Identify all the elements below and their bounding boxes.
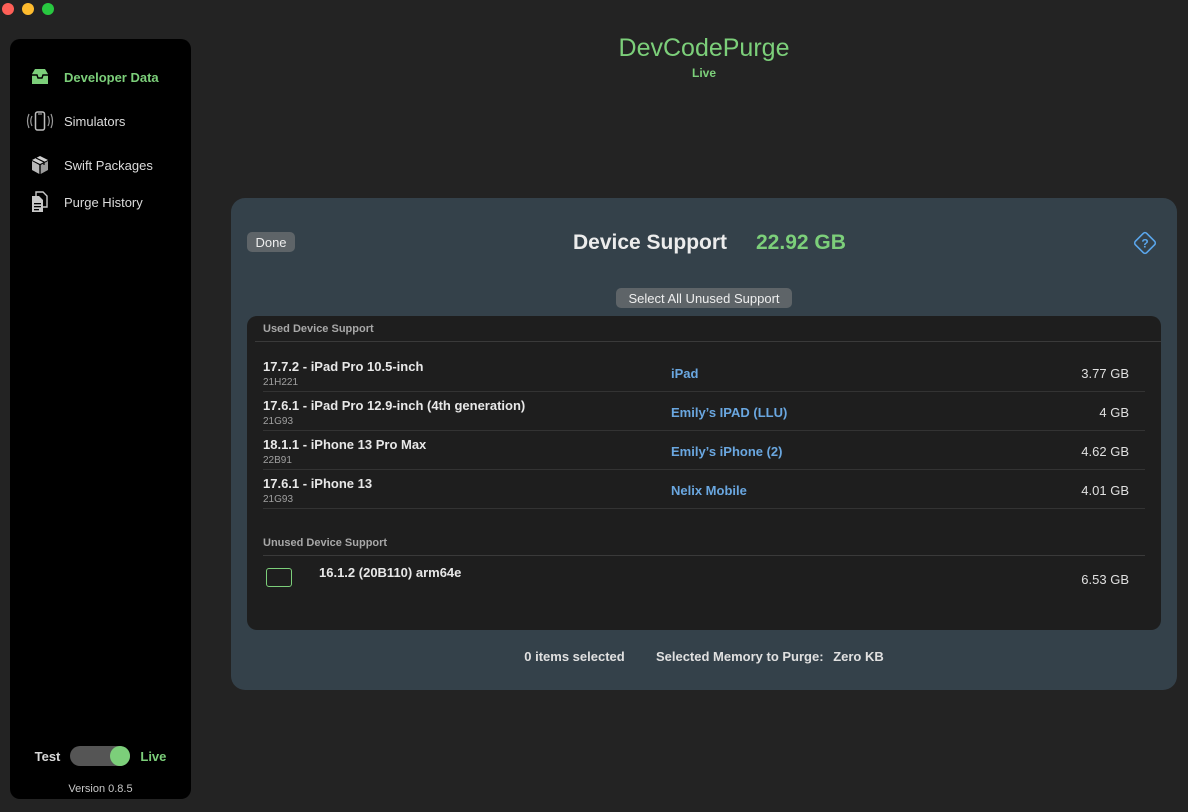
divider (263, 508, 1145, 509)
app-title: DevCodePurge (618, 34, 790, 62)
documents-icon (26, 190, 54, 214)
row-size: 4.62 GB (1081, 444, 1129, 459)
table-row[interactable]: 17.7.2 - iPad Pro 10.5-inch 21H221 iPad … (263, 353, 1145, 392)
environment-toggle-row: Test Live (10, 746, 191, 766)
toggle-label-live: Live (140, 748, 167, 764)
row-device-link[interactable]: Emily’s iPhone (2) (671, 444, 783, 459)
unused-section-header: Unused Device Support (263, 537, 388, 549)
question-diamond-icon[interactable]: ? (1131, 229, 1159, 257)
app-mode-label: Live (691, 66, 716, 80)
row-build: 21G93 (263, 416, 294, 427)
memory-to-purge-value: Zero KB (833, 649, 884, 664)
table-row[interactable]: 18.1.1 - iPhone 13 Pro Max 22B91 Emily’s… (263, 431, 1145, 470)
row-device-link[interactable]: Emily’s IPAD (LLU) (671, 405, 787, 420)
unused-row-checkbox[interactable] (266, 568, 292, 587)
toggle-label-test: Test (34, 748, 61, 764)
row-device-link[interactable]: iPad (671, 366, 698, 381)
phone-vibrate-icon (26, 109, 54, 133)
divider (263, 555, 1145, 556)
row-size: 3.77 GB (1081, 366, 1129, 381)
switch-knob (110, 746, 131, 766)
minimize-window-button[interactable] (22, 3, 34, 15)
table-row[interactable]: 17.6.1 - iPhone 13 21G93 Nelix Mobile 4.… (263, 470, 1145, 509)
row-size: 4.01 GB (1081, 483, 1129, 498)
row-name: 17.6.1 - iPad Pro 12.9-inch (4th generat… (263, 398, 526, 413)
tray-icon (26, 65, 54, 89)
select-all-unused-button[interactable]: Select All Unused Support (616, 288, 792, 308)
sidebar-item-developer-data[interactable]: Developer Data (26, 65, 159, 89)
sidebar: Developer Data Simulators Swift Packages… (10, 39, 191, 799)
selection-footer: 0 items selected Selected Memory to Purg… (231, 649, 1177, 664)
row-name: 17.6.1 - iPhone 13 (263, 476, 373, 491)
sidebar-item-swift-packages[interactable]: Swift Packages (26, 153, 153, 177)
done-button[interactable]: Done (247, 232, 295, 252)
row-name: 17.7.2 - iPad Pro 10.5-inch (263, 359, 424, 374)
row-size: 4 GB (1099, 405, 1129, 420)
row-device-link[interactable]: Nelix Mobile (671, 483, 747, 498)
sidebar-item-label: Developer Data (64, 69, 159, 85)
version-label: Version 0.8.5 (68, 783, 133, 795)
sidebar-item-label: Simulators (64, 113, 126, 129)
row-size: 6.53 GB (1081, 572, 1129, 587)
items-selected-count: 0 items selected (524, 649, 625, 664)
row-name: 18.1.1 - iPhone 13 Pro Max (263, 437, 427, 452)
environment-switch[interactable] (70, 746, 131, 766)
row-build: 22B91 (263, 455, 292, 466)
sidebar-item-label: Purge History (64, 194, 143, 210)
sidebar-item-simulators[interactable]: Simulators (26, 109, 125, 133)
svg-text:?: ? (1141, 237, 1148, 251)
sidebar-item-label: Swift Packages (64, 157, 153, 173)
memory-to-purge-label: Selected Memory to Purge: (655, 649, 824, 664)
package-icon (26, 153, 54, 177)
panel-title: Device Support (573, 231, 728, 254)
row-build: 21G93 (263, 494, 294, 505)
total-size: 22.92 GB (756, 231, 846, 254)
close-window-button[interactable] (2, 3, 14, 15)
unused-row[interactable]: 16.1.2 (20B110) arm64e 6.53 GB (263, 560, 1145, 600)
app-window: Developer Data Simulators Swift Packages… (0, 0, 1188, 812)
sidebar-item-purge-history[interactable]: Purge History (26, 190, 143, 214)
device-support-panel: Done Device Support 22.92 GB ? Select Al… (231, 198, 1177, 690)
window-controls (2, 3, 54, 15)
row-build: 21H221 (263, 377, 299, 388)
table-row[interactable]: 17.6.1 - iPad Pro 12.9-inch (4th generat… (263, 392, 1145, 431)
divider (255, 341, 1161, 342)
device-support-list: Used Device Support 17.7.2 - iPad Pro 10… (247, 316, 1161, 630)
row-name: 16.1.2 (20B110) arm64e (319, 565, 462, 580)
used-section-header: Used Device Support (263, 323, 374, 335)
zoom-window-button[interactable] (42, 3, 54, 15)
